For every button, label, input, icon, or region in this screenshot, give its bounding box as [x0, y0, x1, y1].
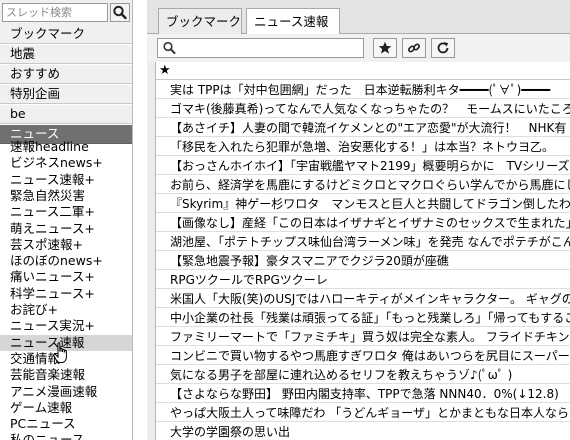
category-item[interactable]: おすすめ — [0, 65, 132, 84]
thread-search-bar: スレッド検索 — [0, 0, 132, 25]
thread-list: ★ 実は TPPは「対中包囲網」だった 日本逆転勝利キタ━━━━(ﾟ∀ﾟ)━━━… — [155, 62, 570, 440]
board-item[interactable]: ほのぼのnews+ — [0, 253, 132, 269]
thread-row[interactable]: 米国人「大阪(笑)のUSJではハローキティがメインキャラクター。 ギャグの — [156, 290, 570, 308]
hand-cursor-icon — [53, 342, 67, 363]
star-column-header[interactable]: ★ — [159, 63, 171, 78]
board-item[interactable]: 芸スポ速報+ — [0, 237, 132, 253]
thread-toolbar — [147, 34, 570, 62]
board-item[interactable]: お詫び+ — [0, 302, 132, 318]
board-item[interactable]: 速報headline — [0, 139, 132, 155]
link-icon — [407, 43, 421, 53]
board-item[interactable]: 緊急自然災害 — [0, 188, 132, 204]
category-item[interactable]: ブックマーク — [0, 25, 132, 44]
thread-row[interactable]: 【緊急地震予報】豪タスマニアでクジラ20頭が座礁 — [156, 252, 570, 270]
thread-filter-input[interactable] — [157, 38, 364, 58]
board-item[interactable]: ニュース二軍+ — [0, 204, 132, 220]
tab-news-sokuhou[interactable]: ニュース速報 — [246, 8, 340, 35]
category-item[interactable]: be — [0, 105, 132, 124]
thread-list-header: ★ — [156, 62, 570, 80]
thread-row[interactable]: 【あさイチ】人妻の間で韓流イケメンとの"エア恋愛"が大流行！ NHK有 — [156, 119, 570, 137]
thread-row[interactable]: お前ら、経済学を馬鹿にするけどミクロとマクロぐらい学んでから馬鹿にして — [156, 176, 570, 194]
board-item[interactable]: アニメ漫画速報 — [0, 384, 132, 400]
thread-pane: ブックマーク ニュース速報 ★ 実は TPPは「対中包囲網」だった 日本逆転勝利… — [147, 0, 570, 440]
category-item[interactable]: 地震 — [0, 45, 132, 64]
thread-row[interactable]: 気になる男子を部屋に連れ込めるセリフを教えちゃうゾ♪(ﾟωﾟ ) — [156, 366, 570, 384]
thread-row[interactable]: コンビニで買い物するやつ馬鹿すぎワロタ 俺はあいつらを尻目にスーパー — [156, 347, 570, 365]
thread-row[interactable]: 「移民を入れたら犯罪が急増、治安悪化する！」は本当？ネトウヨ乙。 — [156, 138, 570, 156]
bookmark-star-button[interactable] — [373, 38, 397, 58]
star-icon — [378, 41, 392, 54]
thread-row[interactable]: 実は TPPは「対中包囲網」だった 日本逆転勝利キタ━━━━(ﾟ∀ﾟ)━━━━ — [156, 81, 570, 99]
board-item[interactable]: 芸能音楽速報 — [0, 367, 132, 383]
board-item[interactable]: ビジネスnews+ — [0, 155, 132, 171]
thread-row[interactable]: やっぱ大阪土人って味障だわ 「うどんギョーザ」とかまともな日本人なら — [156, 404, 570, 422]
board-item[interactable]: 私のニュース — [0, 432, 132, 440]
thread-row[interactable]: 湖池屋、「ポテトチップス味仙台湾ラーメン味」を発売 なんでポテチがこんな — [156, 233, 570, 251]
tab-bookmark[interactable]: ブックマーク — [158, 8, 242, 35]
tab-bar: ブックマーク ニュース速報 — [147, 0, 570, 35]
board-item[interactable]: PCニュース — [0, 416, 132, 432]
board-item[interactable]: ニュース速報+ — [0, 172, 132, 188]
thread-row[interactable]: ゴマキ(後藤真希)ってなんで人気なくなっちゃたの？ モームスにいたころ — [156, 100, 570, 118]
board-item[interactable]: ゲーム速報 — [0, 400, 132, 416]
search-icon — [113, 5, 127, 20]
thread-row[interactable]: 『Skyrim』神ゲー杉ワロタ マンモスと巨人と共闘してドラゴン倒したわw — [156, 195, 570, 213]
search-icon — [163, 41, 176, 54]
thread-row[interactable]: 大学の学園祭の思い出 — [156, 423, 570, 440]
board-item[interactable]: 萌えニュース+ — [0, 221, 132, 237]
thread-row[interactable]: 中小企業の社長「残業は頑張ってる証」「もっと残業しろ」「帰ってもすること — [156, 309, 570, 327]
thread-row[interactable]: RPGツクールでRPGツクーレ — [156, 271, 570, 289]
search-button[interactable] — [110, 3, 130, 22]
thread-search-input[interactable]: スレッド検索 — [2, 3, 108, 22]
board-sidebar: スレッド検索 ブックマーク 地震 おすすめ 特別企画 be ニュース 速報headline… — [0, 0, 133, 440]
reload-button[interactable] — [431, 38, 455, 58]
thread-row[interactable]: 【画像なし】産経「この日本はイザナギとイザナミのセックスで生まれた」 — [156, 214, 570, 232]
board-item[interactable]: 科学ニュース+ — [0, 286, 132, 302]
thread-row[interactable]: 【おっさんホイホイ】「宇宙戦艦ヤマト2199」概要明らかに TVシリーズ展開 — [156, 157, 570, 175]
board-item[interactable]: ニュース実況+ — [0, 318, 132, 334]
category-item[interactable]: 特別企画 — [0, 85, 132, 104]
thread-row[interactable]: ファミリーマートで「ファミチキ」買う奴は完全な素人。 フライドチキンの方が — [156, 328, 570, 346]
thread-row[interactable]: 【さよならな野田】 野田内閣支持率、TPPで急落 NNN40．0%(↓12.8) — [156, 385, 570, 403]
reload-icon — [437, 42, 449, 54]
board-item[interactable]: 痛いニュース+ — [0, 269, 132, 285]
link-button[interactable] — [402, 38, 426, 58]
